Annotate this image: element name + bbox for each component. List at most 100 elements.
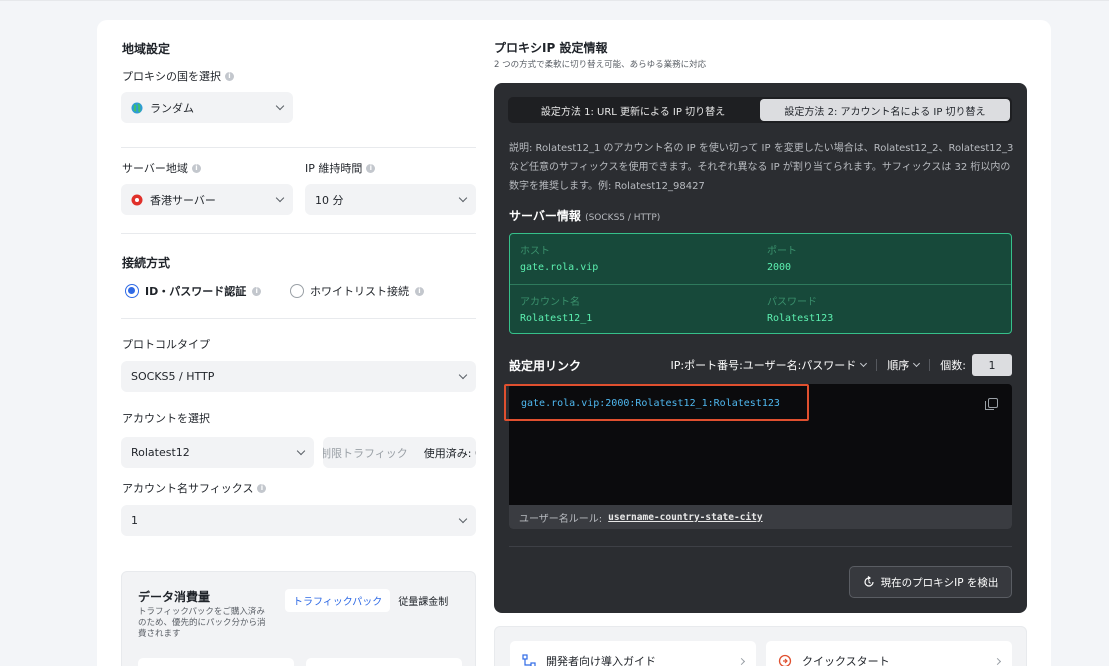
chevron-down-icon — [458, 193, 468, 202]
chevron-down-icon — [275, 193, 285, 202]
radio-selected[interactable] — [125, 284, 139, 298]
protocol-value: SOCKS5 / HTTP — [131, 370, 215, 383]
traffic-used: 使用済み: 0% — [423, 446, 476, 460]
suffix-input[interactable]: 1 — [121, 505, 476, 536]
info-icon[interactable]: i — [366, 163, 376, 173]
username-rule: ユーザー名ルール: username-country-state-city — [509, 505, 1012, 529]
chevron-down-icon — [458, 514, 468, 523]
proxy-info-title: プロキシIP 設定情報 — [494, 41, 608, 55]
port-field[interactable]: ポート 2000 — [767, 242, 797, 273]
ip-duration-label: IP 維持時間 i — [305, 160, 376, 176]
proxy-info-subtitle: 2 つの方式で柔軟に切り替え可能、あらゆる業務に対応 — [494, 60, 707, 70]
detect-ip-label: 現在のプロキシIP を検出 — [880, 576, 999, 589]
port-value[interactable]: 2000 — [767, 262, 797, 273]
link-settings-row: 設定用リンク IP:ポート番号:ユーザー名:パスワード 順序 個数: 1 — [509, 354, 1012, 376]
chevron-right-icon — [737, 657, 746, 665]
country-value: ランダム — [150, 101, 194, 115]
country-label: プロキシの国を選択 i — [122, 68, 234, 84]
divider — [121, 233, 476, 234]
account-select[interactable]: Rolatest12 — [121, 437, 314, 468]
quick-start-link[interactable]: クイックスタート — [766, 641, 1012, 666]
info-icon[interactable]: i — [415, 286, 424, 296]
info-icon[interactable]: i — [225, 71, 234, 81]
proxy-link[interactable]: gate.rola.vip:2000:Rolatest12_1:Rolatest… — [521, 398, 780, 409]
rocket-icon — [778, 654, 792, 666]
password-value[interactable]: Rolatest123 — [767, 313, 833, 324]
protocol-label: プロトコルタイプ — [122, 338, 210, 351]
account-name-value[interactable]: Rolatest12_1 — [520, 313, 592, 324]
region-settings-title: 地域設定 — [122, 42, 171, 56]
country-label-text: プロキシの国を選択 — [122, 70, 221, 83]
data-usage-panel: データ消費量 トラフィックパックをご購入済みのため、優先的にパック分から消費され… — [121, 571, 476, 666]
suffix-label-text: アカウント名サフィックス — [122, 482, 254, 495]
account-label: アカウントを選択 — [122, 412, 210, 425]
globe-icon — [131, 102, 143, 113]
tab-metered[interactable]: 従量課金制 — [390, 589, 456, 612]
order-select[interactable]: 順序 — [887, 357, 921, 373]
dev-guide-link[interactable]: 開発者向け導入ガイド — [510, 641, 756, 666]
order-select-value: 順序 — [887, 359, 910, 372]
count-input[interactable]: 1 — [972, 354, 1012, 376]
usage-card — [306, 658, 462, 666]
tab-account-method[interactable]: 設定方法 2: アカウント名による IP 切り替え — [760, 99, 1010, 121]
radio-unselected[interactable] — [290, 284, 304, 298]
info-icon[interactable]: i — [191, 163, 201, 173]
divider — [509, 546, 1012, 547]
link-output: gate.rola.vip:2000:Rolatest12_1:Rolatest… — [504, 384, 1012, 529]
password-field[interactable]: パスワード Rolatest123 — [767, 293, 833, 324]
guide-links-panel: 開発者向け導入ガイド クイックスタート — [494, 626, 1027, 666]
tab-url-method[interactable]: 設定方法 1: URL 更新による IP 切り替え — [508, 97, 758, 123]
chevron-down-icon — [458, 370, 468, 379]
host-field[interactable]: ホスト gate.rola.vip — [520, 242, 598, 273]
chevron-down-icon — [296, 446, 306, 455]
suffix-label: アカウント名サフィックス i — [122, 480, 267, 496]
proxy-config-panel: 設定方法 1: URL 更新による IP 切り替え 設定方法 2: アカウント名… — [494, 83, 1027, 613]
ip-duration-label-text: IP 維持時間 — [305, 162, 363, 175]
chevron-right-icon — [993, 657, 1002, 665]
radio-whitelist[interactable]: ホワイトリスト接続 i — [290, 283, 424, 299]
suffix-value: 1 — [131, 514, 138, 527]
radio-auth[interactable]: ID・パスワード認証 i — [125, 283, 262, 299]
country-select[interactable]: ランダム — [121, 92, 293, 123]
divider — [121, 318, 476, 319]
data-usage-title: データ消費量 — [138, 590, 211, 604]
copy-icon[interactable] — [985, 398, 998, 410]
method-description: 説明: Rolatest12_1 のアカウント名の IP を使い切って IP を… — [509, 143, 1014, 192]
usage-mode-toggle[interactable]: トラフィックパック 従量課金制 — [282, 586, 460, 615]
username-rule-label: ユーザー名ルール: — [519, 513, 603, 525]
server-info-divider — [510, 284, 1011, 285]
detect-ip-button[interactable]: 現在のプロキシIP を検出 — [849, 566, 1012, 598]
chevron-down-icon — [275, 101, 285, 110]
link-title: 設定用リンク — [509, 358, 582, 373]
server-region-value: 香港サーバー — [150, 193, 216, 207]
separator — [929, 359, 931, 371]
tab-traffic-pack[interactable]: トラフィックパック — [285, 589, 391, 612]
account-field[interactable]: アカウント名 Rolatest12_1 — [520, 293, 592, 324]
server-region-label: サーバー地域 i — [122, 160, 201, 176]
account-name-label: アカウント名 — [520, 297, 580, 308]
connection-title: 接続方式 — [122, 256, 171, 270]
top-divider — [0, 0, 1109, 1]
divider — [121, 147, 476, 148]
server-info-title: サーバー情報 (SOCKS5 / HTTP) — [509, 207, 660, 224]
account-value: Rolatest12 — [131, 446, 190, 459]
refresh-icon — [864, 576, 874, 587]
usage-card — [138, 658, 294, 666]
format-select[interactable]: IP:ポート番号:ユーザー名:パスワード — [670, 357, 868, 373]
password-label: パスワード — [767, 297, 817, 308]
info-icon[interactable]: i — [257, 483, 267, 493]
server-info-subtitle: (SOCKS5 / HTTP) — [585, 213, 661, 223]
radio-whitelist-label: ホワイトリスト接続 — [310, 285, 409, 298]
server-info-box: ホスト gate.rola.vip ポート 2000 アカウント名 Rolate… — [509, 233, 1012, 334]
host-value[interactable]: gate.rola.vip — [520, 262, 598, 273]
server-region-select[interactable]: 香港サーバー — [121, 184, 293, 215]
protocol-select[interactable]: SOCKS5 / HTTP — [121, 361, 476, 392]
format-select-value: IP:ポート番号:ユーザー名:パスワード — [670, 359, 857, 372]
host-label: ホスト — [520, 246, 550, 257]
ip-duration-select[interactable]: 10 分 — [305, 184, 476, 215]
username-rule-value[interactable]: username-country-state-city — [608, 512, 762, 523]
server-region-label-text: サーバー地域 — [122, 162, 188, 175]
traffic-type: 無制限トラフィック — [323, 446, 408, 460]
chevron-down-icon — [860, 359, 868, 367]
info-icon[interactable]: i — [252, 286, 262, 296]
